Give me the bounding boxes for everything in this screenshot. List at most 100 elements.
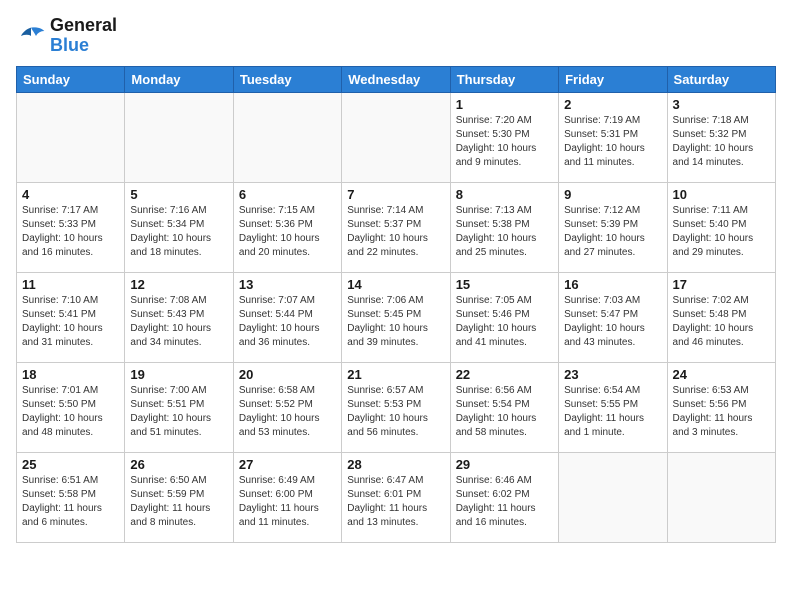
logo: GeneralBlue [16, 16, 117, 56]
weekday-header-thursday: Thursday [450, 66, 558, 92]
day-info: Sunrise: 6:51 AMSunset: 5:58 PMDaylight:… [22, 474, 119, 530]
calendar-cell: 12 Sunrise: 7:08 AMSunset: 5:43 PMDayligh… [125, 272, 233, 362]
day-info: Sunrise: 6:50 AMSunset: 5:59 PMDaylight:… [130, 474, 227, 530]
calendar-cell: 6 Sunrise: 7:15 AMSunset: 5:36 PMDaylight… [233, 182, 341, 272]
day-info: Sunrise: 6:46 AMSunset: 6:02 PMDaylight:… [456, 474, 553, 530]
day-number: 27 [239, 457, 336, 472]
week-row-4: 18 Sunrise: 7:01 AMSunset: 5:50 PMDayligh… [17, 362, 776, 452]
weekday-header-tuesday: Tuesday [233, 66, 341, 92]
day-info: Sunrise: 7:15 AMSunset: 5:36 PMDaylight:… [239, 204, 336, 260]
calendar-cell: 24Sunrise: 6:53 AMSunset: 5:56 PMDayligh… [667, 362, 775, 452]
day-info: Sunrise: 7:16 AMSunset: 5:34 PMDaylight:… [130, 204, 227, 260]
weekday-header-wednesday: Wednesday [342, 66, 450, 92]
day-number: 14 [347, 277, 444, 292]
weekday-header-monday: Monday [125, 66, 233, 92]
day-info: Sunrise: 7:20 AMSunset: 5:30 PMDaylight:… [456, 114, 553, 170]
day-info: Sunrise: 7:03 AMSunset: 5:47 PMDaylight:… [564, 294, 661, 350]
calendar-cell: 9 Sunrise: 7:12 AMSunset: 5:39 PMDaylight… [559, 182, 667, 272]
weekday-header-sunday: Sunday [17, 66, 125, 92]
day-info: Sunrise: 7:12 AMSunset: 5:39 PMDaylight:… [564, 204, 661, 260]
calendar-cell [559, 452, 667, 542]
day-info: Sunrise: 7:02 AMSunset: 5:48 PMDaylight:… [673, 294, 770, 350]
day-number: 26 [130, 457, 227, 472]
calendar-cell: 3 Sunrise: 7:18 AMSunset: 5:32 PMDaylight… [667, 92, 775, 182]
day-number: 28 [347, 457, 444, 472]
day-number: 8 [456, 187, 553, 202]
calendar-cell: 21 Sunrise: 6:57 AMSunset: 5:53 PMDayligh… [342, 362, 450, 452]
day-info: Sunrise: 6:58 AMSunset: 5:52 PMDaylight:… [239, 384, 336, 440]
day-number: 5 [130, 187, 227, 202]
day-number: 3 [673, 97, 770, 112]
calendar-cell: 20 Sunrise: 6:58 AMSunset: 5:52 PMDayligh… [233, 362, 341, 452]
calendar-cell: 29 Sunrise: 6:46 AMSunset: 6:02 PMDayligh… [450, 452, 558, 542]
calendar-cell: 13Sunrise: 7:07 AMSunset: 5:44 PMDayligh… [233, 272, 341, 362]
day-info: Sunrise: 6:53 AMSunset: 5:56 PMDaylight:… [673, 384, 770, 440]
calendar-cell: 28 Sunrise: 6:47 AMSunset: 6:01 PMDayligh… [342, 452, 450, 542]
week-row-1: 1 Sunrise: 7:20 AMSunset: 5:30 PMDaylight… [17, 92, 776, 182]
day-number: 9 [564, 187, 661, 202]
weekday-header-saturday: Saturday [667, 66, 775, 92]
day-number: 7 [347, 187, 444, 202]
day-info: Sunrise: 7:08 AMSunset: 5:43 PMDaylight:… [130, 294, 227, 350]
calendar-cell: 5 Sunrise: 7:16 AMSunset: 5:34 PMDaylight… [125, 182, 233, 272]
calendar-cell: 14 Sunrise: 7:06 AMSunset: 5:45 PMDayligh… [342, 272, 450, 362]
day-number: 11 [22, 277, 119, 292]
calendar-cell: 25 Sunrise: 6:51 AMSunset: 5:58 PMDayligh… [17, 452, 125, 542]
day-info: Sunrise: 7:01 AMSunset: 5:50 PMDaylight:… [22, 384, 119, 440]
day-info: Sunrise: 7:11 AMSunset: 5:40 PMDaylight:… [673, 204, 770, 260]
calendar-cell [342, 92, 450, 182]
day-info: Sunrise: 7:10 AMSunset: 5:41 PMDaylight:… [22, 294, 119, 350]
day-info: Sunrise: 7:17 AMSunset: 5:33 PMDaylight:… [22, 204, 119, 260]
day-number: 12 [130, 277, 227, 292]
day-number: 2 [564, 97, 661, 112]
day-info: Sunrise: 6:57 AMSunset: 5:53 PMDaylight:… [347, 384, 444, 440]
calendar-cell: 19Sunrise: 7:00 AMSunset: 5:51 PMDayligh… [125, 362, 233, 452]
calendar-cell: 7 Sunrise: 7:14 AMSunset: 5:37 PMDaylight… [342, 182, 450, 272]
day-info: Sunrise: 7:18 AMSunset: 5:32 PMDaylight:… [673, 114, 770, 170]
day-number: 17 [673, 277, 770, 292]
day-number: 16 [564, 277, 661, 292]
week-row-3: 11 Sunrise: 7:10 AMSunset: 5:41 PMDayligh… [17, 272, 776, 362]
day-number: 20 [239, 367, 336, 382]
day-info: Sunrise: 7:19 AMSunset: 5:31 PMDaylight:… [564, 114, 661, 170]
calendar-cell: 2 Sunrise: 7:19 AMSunset: 5:31 PMDaylight… [559, 92, 667, 182]
day-number: 29 [456, 457, 553, 472]
calendar-cell: 10 Sunrise: 7:11 AMSunset: 5:40 PMDayligh… [667, 182, 775, 272]
day-info: Sunrise: 6:56 AMSunset: 5:54 PMDaylight:… [456, 384, 553, 440]
logo-bird-icon [16, 24, 46, 48]
day-info: Sunrise: 7:14 AMSunset: 5:37 PMDaylight:… [347, 204, 444, 260]
day-info: Sunrise: 7:06 AMSunset: 5:45 PMDaylight:… [347, 294, 444, 350]
week-row-5: 25 Sunrise: 6:51 AMSunset: 5:58 PMDayligh… [17, 452, 776, 542]
day-number: 15 [456, 277, 553, 292]
weekday-header-row: SundayMondayTuesdayWednesdayThursdayFrid… [17, 66, 776, 92]
day-info: Sunrise: 6:49 AMSunset: 6:00 PMDaylight:… [239, 474, 336, 530]
calendar-cell: 23 Sunrise: 6:54 AMSunset: 5:55 PMDayligh… [559, 362, 667, 452]
day-number: 1 [456, 97, 553, 112]
calendar-cell [17, 92, 125, 182]
day-info: Sunrise: 7:07 AMSunset: 5:44 PMDaylight:… [239, 294, 336, 350]
day-number: 10 [673, 187, 770, 202]
calendar-cell: 11 Sunrise: 7:10 AMSunset: 5:41 PMDayligh… [17, 272, 125, 362]
day-number: 4 [22, 187, 119, 202]
day-info: Sunrise: 6:54 AMSunset: 5:55 PMDaylight:… [564, 384, 661, 440]
day-number: 22 [456, 367, 553, 382]
calendar-cell [667, 452, 775, 542]
week-row-2: 4 Sunrise: 7:17 AMSunset: 5:33 PMDaylight… [17, 182, 776, 272]
day-info: Sunrise: 7:13 AMSunset: 5:38 PMDaylight:… [456, 204, 553, 260]
day-number: 25 [22, 457, 119, 472]
day-number: 18 [22, 367, 119, 382]
day-number: 23 [564, 367, 661, 382]
calendar-table: SundayMondayTuesdayWednesdayThursdayFrid… [16, 66, 776, 543]
day-info: Sunrise: 7:05 AMSunset: 5:46 PMDaylight:… [456, 294, 553, 350]
day-info: Sunrise: 6:47 AMSunset: 6:01 PMDaylight:… [347, 474, 444, 530]
day-info: Sunrise: 7:00 AMSunset: 5:51 PMDaylight:… [130, 384, 227, 440]
calendar-cell: 18 Sunrise: 7:01 AMSunset: 5:50 PMDayligh… [17, 362, 125, 452]
calendar-cell [125, 92, 233, 182]
logo-text: GeneralBlue [50, 16, 117, 56]
calendar-cell [233, 92, 341, 182]
day-number: 21 [347, 367, 444, 382]
calendar-cell: 8 Sunrise: 7:13 AMSunset: 5:38 PMDaylight… [450, 182, 558, 272]
calendar-cell: 1 Sunrise: 7:20 AMSunset: 5:30 PMDaylight… [450, 92, 558, 182]
day-number: 6 [239, 187, 336, 202]
calendar-cell: 27 Sunrise: 6:49 AMSunset: 6:00 PMDayligh… [233, 452, 341, 542]
